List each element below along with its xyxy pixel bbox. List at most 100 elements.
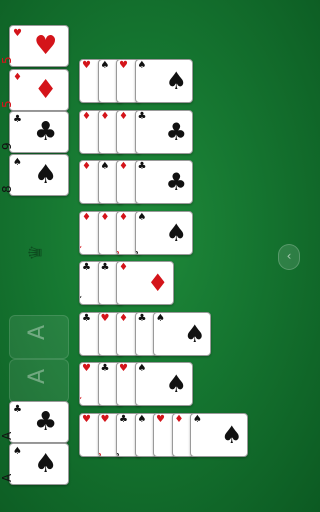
suit-icon: ♦ [100, 111, 110, 122]
freecell-placeholder: A [25, 324, 51, 341]
suit-icon: ♣ [137, 161, 147, 172]
suit-icon: ♥ [82, 363, 91, 374]
card-rank: K [136, 195, 139, 202]
card-rank: 7 [117, 397, 120, 404]
playing-card[interactable]: ♠ 10 ♠ [190, 413, 248, 457]
chevron-left-icon: ‹ [286, 249, 292, 263]
suit-icon: ♠ [100, 161, 110, 172]
card-rank: 8 [0, 185, 14, 193]
card-rank: A [117, 346, 120, 354]
card-rank: K [117, 195, 120, 202]
suit-icon: ♣ [100, 262, 110, 273]
suit-icon: ♠ [34, 449, 58, 479]
freecell-card-1[interactable]: ♣ A ♣ [0, 401, 69, 443]
suit-icon: ♣ [100, 363, 110, 374]
card-rank: A [0, 473, 14, 482]
card-rank: A [0, 431, 14, 440]
suit-icon: ♠ [137, 212, 147, 223]
playing-card[interactable]: ♠ J ♠ [134, 211, 193, 255]
suit-icon: ♦ [119, 161, 128, 172]
card-rank: 10 [190, 441, 194, 455]
playing-card[interactable]: ♣ 10 ♣ [134, 110, 193, 154]
card-rank: 8 [136, 347, 139, 354]
freecell-card-2[interactable]: ♠ A ♠ [0, 443, 69, 485]
suit-icon: ♣ [137, 313, 147, 324]
card-rank: 3 [99, 246, 102, 253]
suit-icon: ♦ [147, 269, 169, 297]
suit-icon: ♠ [13, 157, 22, 168]
suit-icon: ♦ [119, 262, 128, 273]
card-rank: 7 [80, 347, 83, 354]
suit-icon: ♠ [221, 421, 243, 449]
suit-icon: ♥ [13, 28, 22, 39]
card-rank: 10 [134, 138, 139, 152]
playing-card[interactable]: ♦ 2 ♦ [116, 261, 174, 305]
side-panel-toggle-button[interactable]: ‹ [278, 244, 300, 270]
card-rank: 9 [0, 142, 14, 150]
playing-card[interactable]: ♠ 5 ♠ [134, 362, 193, 406]
suit-icon: ♠ [100, 60, 110, 71]
card-rank: 7 [173, 448, 176, 455]
suit-icon: ♥ [156, 414, 165, 425]
suit-icon: ♥ [100, 313, 110, 324]
foundation-card-1[interactable]: ♥ 5 ♥ [0, 25, 69, 67]
card-rank: 10 [97, 138, 102, 152]
suit-icon: ♣ [82, 262, 91, 273]
playing-card[interactable]: ♣ K ♣ [134, 160, 193, 204]
freecell-placeholder: A [25, 368, 51, 385]
card-rank: K [99, 347, 102, 354]
suit-icon: ♦ [82, 212, 91, 223]
suit-icon: ♦ [119, 111, 128, 122]
suit-icon: ♦ [119, 313, 128, 324]
suit-icon: ♣ [165, 168, 188, 196]
suit-icon: ♣ [13, 404, 22, 415]
card-rank: K [136, 448, 139, 455]
suit-icon: ♠ [34, 160, 58, 190]
card-rank: 7 [99, 195, 102, 202]
suit-icon: ♠ [137, 60, 147, 71]
freecell-empty-2[interactable]: A [9, 359, 69, 403]
suit-icon: ♦ [82, 111, 91, 122]
card-rank: 5 [0, 100, 14, 108]
card-rank: Q [80, 244, 83, 253]
suit-icon: ♠ [137, 414, 147, 425]
foundation-card-2[interactable]: ♦ 5 ♦ [0, 69, 69, 111]
card-rank: 6 [154, 448, 157, 455]
suit-icon: ♠ [165, 219, 188, 247]
card-rank: Q [80, 395, 83, 404]
card-rank: 5 [0, 56, 14, 64]
suit-icon: ♣ [34, 407, 58, 437]
freecell-empty-1[interactable]: A [9, 315, 69, 359]
card-rank: 6 [80, 145, 83, 152]
suit-icon: ♠ [137, 363, 147, 374]
suit-icon: ♠ [156, 313, 165, 324]
card-rank: 2 [80, 448, 83, 455]
card-rank: 6 [99, 397, 102, 404]
foundation-card-3[interactable]: ♣ 9 ♣ [0, 111, 69, 153]
suit-icon: ♣ [119, 414, 128, 425]
suit-icon: ♠ [184, 320, 206, 348]
card-rank: 4 [80, 195, 83, 202]
suit-icon: ♥ [119, 363, 128, 374]
card-rank: Q [80, 294, 83, 303]
suit-icon: ♣ [82, 313, 91, 324]
suit-icon: ♠ [13, 446, 22, 457]
playing-card[interactable]: ♠ K ♠ [153, 312, 211, 356]
card-rank: A [80, 93, 83, 101]
suit-icon: ♥ [82, 60, 91, 71]
suit-icon: ♦ [119, 212, 128, 223]
suit-icon: ♥ [34, 31, 58, 61]
foundation-card-4[interactable]: ♠ 8 ♠ [0, 154, 69, 196]
card-rank: 8 [117, 94, 120, 101]
suit-icon: ♦ [34, 75, 58, 105]
card-rank: 9 [136, 94, 139, 101]
suit-icon: ♠ [165, 370, 188, 398]
card-rank: 3 [99, 296, 102, 303]
playing-card[interactable]: ♠ 9 ♠ [134, 59, 193, 103]
suit-icon: ♥ [119, 60, 128, 71]
suit-icon: ♣ [165, 118, 188, 146]
crown-icon: ♛ [25, 244, 47, 261]
suit-icon: ♣ [13, 114, 22, 125]
card-rank: J [117, 250, 120, 253]
suit-icon: ♦ [82, 161, 91, 172]
